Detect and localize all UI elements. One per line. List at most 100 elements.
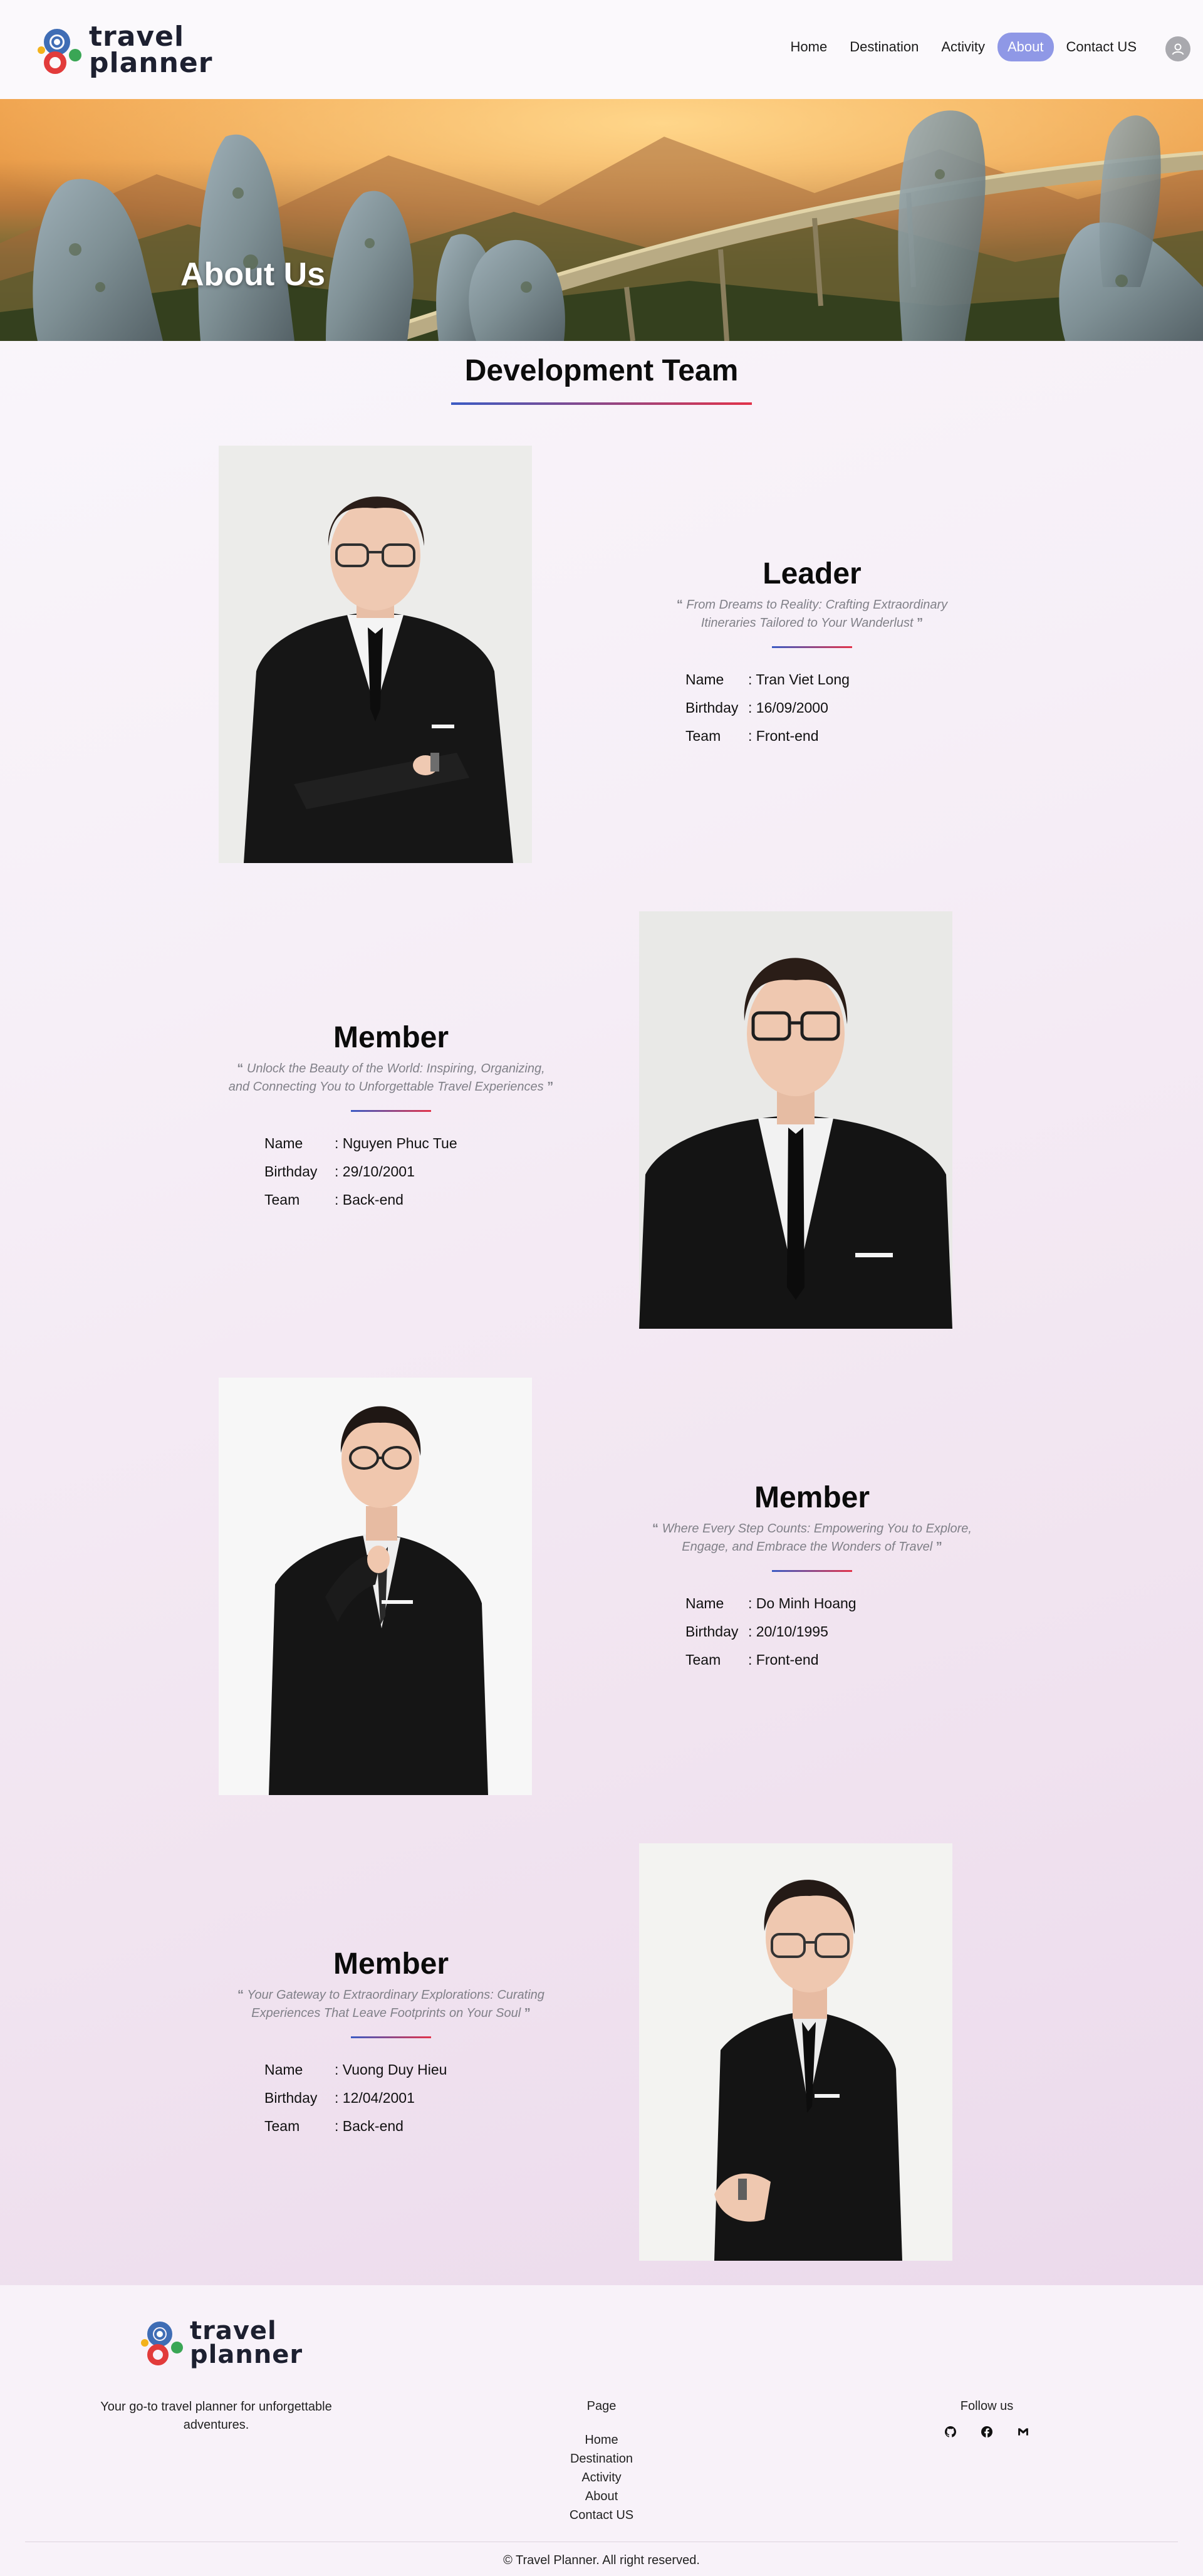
hero-title: About Us — [180, 256, 326, 293]
quote-open-mark: “ — [237, 1062, 244, 1076]
member-photo-3 — [219, 1378, 532, 1795]
detail-row-team: Team : Back-end — [264, 1186, 554, 1214]
detail-row-team: Team : Back-end — [264, 2112, 554, 2140]
footer-link-activity[interactable]: Activity — [539, 2468, 664, 2487]
value-name: : Vuong Duy Hieu — [335, 2061, 447, 2078]
section-title: Development Team — [464, 354, 739, 387]
logo-mark-icon — [38, 25, 83, 75]
quote-close-mark: ” — [917, 616, 924, 630]
site-footer: travel planner Your go-to travel planner… — [0, 2285, 1203, 2576]
label-birthday: Birthday — [685, 699, 739, 716]
label-birthday: Birthday — [264, 2090, 318, 2106]
main-nav: Home Destination Activity About Contact … — [778, 33, 1147, 61]
quote-text: Where Every Step Counts: Empowering You … — [662, 1522, 972, 1554]
footer-copyright: © Travel Planner. All right reserved. — [503, 2553, 700, 2567]
label-name: Name — [264, 1135, 303, 1151]
value-team: : Front-end — [748, 728, 819, 744]
facebook-icon[interactable] — [979, 2424, 994, 2439]
member-info-leader: Leader “ From Dreams to Reality: Craftin… — [649, 557, 975, 750]
footer-social-icons — [943, 2424, 1031, 2439]
quote-text: Your Gateway to Extraordinary Exploratio… — [247, 1988, 544, 2020]
detail-row-birthday: Birthday : 12/04/2001 — [264, 2084, 554, 2112]
github-icon[interactable] — [943, 2424, 958, 2439]
label-birthday: Birthday — [685, 1623, 739, 1640]
label-name: Name — [685, 671, 724, 688]
quote-open-mark: “ — [237, 1988, 244, 2002]
nav-home[interactable]: Home — [781, 33, 838, 61]
member-photo-2 — [639, 911, 952, 1329]
quote-open-mark: “ — [676, 598, 683, 612]
member-details: Name : Nguyen Phuc Tue Birthday : 29/10/20… — [228, 1129, 554, 1214]
user-avatar-button[interactable] — [1165, 36, 1190, 61]
footer-link-contact[interactable]: Contact US — [539, 2506, 664, 2525]
detail-row-birthday: Birthday : 20/10/1995 — [685, 1618, 975, 1646]
footer-link-about[interactable]: About — [539, 2487, 664, 2506]
value-birthday: : 29/10/2001 — [335, 1163, 415, 1180]
footer-tagline: Your go-to travel planner for unforgetta… — [100, 2400, 332, 2432]
label-team: Team — [685, 1652, 721, 1668]
quote-close-mark: ” — [524, 2006, 531, 2020]
detail-row-team: Team : Front-end — [685, 722, 975, 750]
member-details: Name: Do Minh Hoang Birthday : 20/10/1995… — [649, 1589, 975, 1674]
label-birthday: Birthday — [264, 1163, 318, 1180]
detail-row-team: Team : Front-end — [685, 1646, 975, 1674]
footer-link-destination[interactable]: Destination — [539, 2449, 664, 2468]
footer-follow-heading: Follow us — [960, 2399, 1014, 2413]
label-team: Team — [685, 728, 721, 744]
quote-text: Unlock the Beauty of the World: Inspirin… — [228, 1062, 545, 1094]
user-icon — [1172, 43, 1184, 55]
member-quote: “ From Dreams to Reality: Crafting Extra… — [649, 596, 975, 632]
value-birthday: : 12/04/2001 — [335, 2090, 415, 2106]
member-details: Name : Tran Viet Long Birthday : 16/09/200… — [649, 666, 975, 750]
footer-page-heading: Page — [586, 2399, 617, 2413]
member-divider — [772, 1570, 852, 1572]
member-details: Name: Vuong Duy Hieu Birthday : 12/04/200… — [228, 2056, 554, 2140]
label-team: Team — [264, 2118, 300, 2134]
footer-brand-logo[interactable]: travel planner — [141, 2318, 303, 2368]
brand-logo[interactable]: travel planner — [38, 21, 213, 79]
member-quote: “ Unlock the Beauty of the World: Inspir… — [228, 1060, 554, 1096]
quote-text: From Dreams to Reality: Crafting Extraor… — [686, 598, 948, 630]
member-role: Member — [333, 1021, 449, 1054]
detail-row-name: Name : Tran Viet Long — [685, 666, 975, 694]
member-role: Member — [333, 1947, 449, 1981]
value-birthday: : 16/09/2000 — [748, 699, 828, 716]
footer-links: Home Destination Activity About Contact … — [539, 2431, 664, 2525]
hero-banner: About Us — [0, 99, 1203, 341]
member-divider — [351, 2036, 431, 2038]
logo-wordmark: travel planner — [89, 21, 213, 79]
value-name: : Nguyen Phuc Tue — [335, 1135, 457, 1151]
nav-about[interactable]: About — [997, 33, 1054, 61]
quote-close-mark: ” — [547, 1080, 554, 1094]
detail-row-birthday: Birthday : 16/09/2000 — [685, 694, 975, 722]
quote-close-mark: ” — [935, 1540, 942, 1554]
nav-activity[interactable]: Activity — [931, 33, 995, 61]
detail-row-name: Name: Vuong Duy Hieu — [264, 2056, 554, 2084]
value-team: : Back-end — [335, 1191, 404, 1208]
gmail-icon[interactable] — [1016, 2424, 1031, 2439]
footer-link-home[interactable]: Home — [539, 2431, 664, 2449]
section-underline — [451, 402, 752, 405]
value-team: : Front-end — [748, 1652, 819, 1668]
member-divider — [772, 646, 852, 648]
member-info-3: Member “ Where Every Step Counts: Empowe… — [649, 1480, 975, 1674]
value-name: : Do Minh Hoang — [748, 1595, 857, 1611]
logo-wordmark: travel planner — [190, 2317, 303, 2369]
detail-row-name: Name : Nguyen Phuc Tue — [264, 1129, 554, 1158]
member-photo-leader — [219, 446, 532, 863]
detail-row-birthday: Birthday : 29/10/2001 — [264, 1158, 554, 1186]
nav-destination[interactable]: Destination — [840, 33, 929, 61]
member-info-2: Member “ Unlock the Beauty of the World:… — [228, 1020, 554, 1214]
member-quote: “ Your Gateway to Extraordinary Explorat… — [228, 1986, 554, 2023]
member-role: Leader — [763, 557, 862, 590]
nav-contact[interactable]: Contact US — [1056, 33, 1147, 61]
member-photo-4 — [639, 1843, 952, 2261]
hero-background-image — [0, 99, 1203, 341]
detail-row-name: Name: Do Minh Hoang — [685, 1589, 975, 1618]
value-name: : Tran Viet Long — [748, 671, 850, 688]
member-info-4: Member “ Your Gateway to Extraordinary E… — [228, 1947, 554, 2140]
quote-open-mark: “ — [652, 1522, 659, 1536]
value-birthday: : 20/10/1995 — [748, 1623, 828, 1640]
label-team: Team — [264, 1191, 300, 1208]
value-team: : Back-end — [335, 2118, 404, 2134]
